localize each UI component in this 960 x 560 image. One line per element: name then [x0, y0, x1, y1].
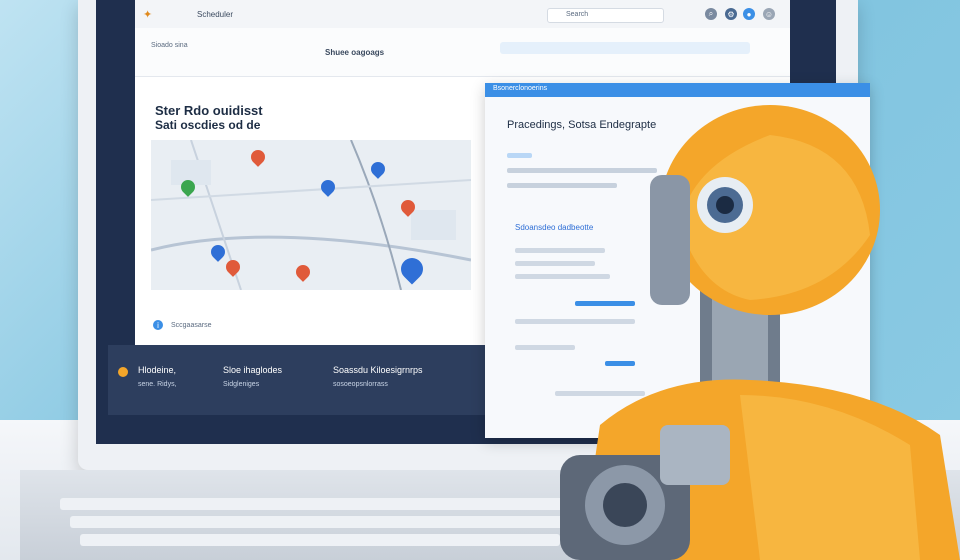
bottom-item-3-sub: sosoeopsnlorrass [333, 381, 388, 388]
bottom-item-1-sub: sene. Ridys, [138, 381, 177, 388]
bottom-item-1[interactable]: Hlodeine, [138, 365, 176, 375]
nav-link-2[interactable]: Shuee oagoags [325, 48, 384, 57]
search-icon[interactable]: ⌕ [705, 8, 717, 20]
text-line [507, 153, 532, 158]
nav-search-bar[interactable] [500, 42, 750, 54]
brand-text: Scheduler [197, 10, 234, 19]
bottom-item-3[interactable]: Soassdu Kiloesigrnrps [333, 365, 423, 375]
keyboard-row [70, 516, 570, 528]
map-view[interactable] [151, 140, 471, 290]
robot-illustration [560, 105, 960, 560]
page-subtitle: Sati oscdies od de [155, 118, 261, 132]
avatar[interactable]: ☺ [763, 8, 775, 20]
app-logo[interactable]: ✦ [143, 8, 152, 21]
bell-icon[interactable]: ● [743, 8, 755, 20]
bottom-item-2[interactable]: Sloe ihaglodes [223, 365, 282, 375]
bottom-item-2-sub: Sidgleniges [223, 381, 260, 388]
top-bar: ✦ Scheduler Search ⌕ ⚙ ● ☺ [135, 0, 790, 29]
page-title: Ster Rdo ouidisst [155, 103, 263, 118]
keyboard-row [80, 534, 560, 546]
panel-header: Bsonerclonoerins [493, 85, 548, 92]
settings-icon[interactable]: ⚙ [725, 8, 737, 20]
nav-link-1[interactable]: Sioado sina [151, 42, 188, 49]
search-placeholder: Search [566, 11, 589, 18]
map-footer-label: Sccgaasarse [171, 322, 212, 329]
nav-bar: Sioado sina Shuee oagoags [135, 28, 790, 77]
location-icon [118, 367, 128, 377]
keyboard-row [60, 498, 580, 510]
search-input[interactable]: Search [547, 8, 664, 23]
map-info-icon: i [153, 320, 163, 330]
bottom-bar: Hlodeine, sene. Ridys, Sloe ihaglodes Si… [108, 345, 486, 415]
